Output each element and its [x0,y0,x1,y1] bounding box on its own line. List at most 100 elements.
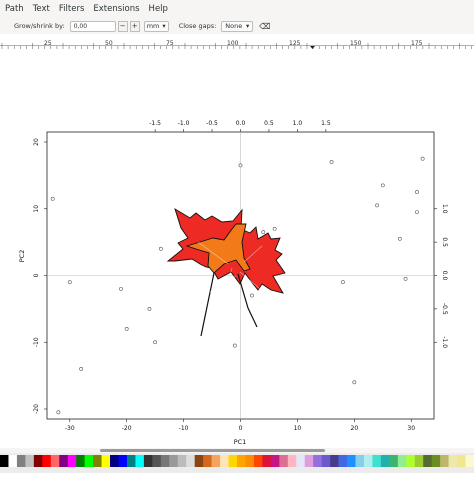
palette-swatch[interactable] [59,455,69,467]
data-point [153,340,158,345]
palette-swatch[interactable] [347,455,356,467]
decrement-button[interactable]: − [117,20,128,32]
palette-swatch[interactable] [110,455,119,467]
palette-swatch[interactable] [423,455,432,467]
palette-swatch[interactable] [25,455,35,467]
palette-swatch[interactable] [262,455,272,467]
palette-swatch[interactable] [245,455,255,467]
palette-swatch[interactable] [237,455,246,467]
palette-swatch[interactable] [406,455,416,467]
palette-swatch[interactable] [313,455,322,467]
palette-swatch[interactable] [33,455,43,467]
clear-icon[interactable]: ⌫ [259,22,270,31]
menu-path[interactable]: Path [5,4,24,14]
palette-swatch[interactable] [220,455,229,467]
leaf-shape[interactable] [166,208,286,337]
palette-swatch[interactable] [135,455,145,467]
right-tick-label: -1.0 [441,336,448,348]
palette-swatch[interactable] [304,455,314,467]
menu-bar: Path Text Filters Extensions Help [0,0,474,18]
palette-swatch[interactable] [253,455,263,467]
y-tick-label: -20 [33,404,40,414]
palette-swatch[interactable] [0,455,9,467]
y-tick-label: 0 [33,273,40,277]
scrollbar-thumb[interactable] [100,449,325,452]
palette-swatch[interactable] [118,455,128,467]
chevron-down-icon: ▾ [246,22,250,30]
right-tick-label: 1.0 [441,204,448,214]
palette-swatch[interactable] [211,455,221,467]
data-point [56,410,61,415]
top-tick-label: -1.0 [178,120,190,127]
top-tick-label: -1.5 [149,120,161,127]
grow-shrink-input[interactable]: 0,00 [69,20,116,32]
palette-swatch[interactable] [194,455,204,467]
data-point [67,280,72,285]
palette-swatch[interactable] [440,455,449,467]
palette-swatch[interactable] [101,455,111,467]
palette-swatch[interactable] [42,455,52,467]
menu-help[interactable]: Help [149,4,168,14]
x-tick-label: -10 [179,425,189,432]
palette-swatch[interactable] [279,455,289,467]
palette-swatch[interactable] [414,455,424,467]
palette-swatch[interactable] [177,455,187,467]
top-tick-label: -0.5 [206,120,218,127]
palette-swatch[interactable] [448,455,458,467]
x-axis-label: PC1 [234,438,247,446]
palette-swatch[interactable] [143,455,153,467]
palette-swatch[interactable] [169,455,179,467]
palette-swatch[interactable] [355,455,365,467]
leaf-stem [200,272,215,337]
menu-filters[interactable]: Filters [59,4,84,14]
color-palette[interactable] [0,453,474,473]
unit-select[interactable]: mm ▾ [143,20,169,32]
data-point [261,230,266,235]
data-point [232,343,237,348]
palette-swatch[interactable] [16,455,26,467]
data-point [50,196,55,201]
data-point [415,210,419,214]
menu-text[interactable]: Text [33,4,50,14]
palette-swatch[interactable] [397,455,407,467]
tool-controls-bar: Grow/shrink by: 0,00 − + mm ▾ Close gaps:… [0,18,474,34]
data-point [375,203,379,208]
palette-swatch[interactable] [389,455,399,467]
palette-swatch[interactable] [287,455,297,467]
right-tick-label: 0.5 [441,237,448,247]
right-tick-label: 0.0 [441,271,448,281]
y-tick-label: 10 [33,205,40,213]
palette-swatch[interactable] [67,455,77,467]
data-point [238,163,243,168]
drawing-canvas[interactable]: -30 -20 -10 0 10 20 30 -20 -10 0 10 20 -1.5 -1.0 -0.5 0… [0,46,474,448]
palette-swatch[interactable] [93,455,102,467]
palette-swatch[interactable] [76,455,85,467]
chevron-down-icon: ▾ [162,22,166,30]
palette-swatch[interactable] [152,455,162,467]
palette-swatch[interactable] [270,455,280,467]
palette-swatch[interactable] [203,455,212,467]
palette-swatch[interactable] [372,455,382,467]
palette-swatch[interactable] [50,455,60,467]
palette-swatch[interactable] [296,455,306,467]
palette-swatch[interactable] [363,455,373,467]
palette-swatch[interactable] [126,455,136,467]
palette-swatch[interactable] [84,455,94,467]
x-tick-label: -20 [122,425,132,432]
palette-swatch[interactable] [186,455,195,467]
palette-swatch[interactable] [321,455,331,467]
palette-swatch[interactable] [431,455,441,467]
palette-swatch[interactable] [8,455,18,467]
increment-button[interactable]: + [129,20,140,32]
palette-swatch[interactable] [380,455,390,467]
close-gaps-select[interactable]: None ▾ [221,20,254,32]
menu-extensions[interactable]: Extensions [93,4,139,14]
palette-swatch[interactable] [457,455,466,467]
horizontal-ruler[interactable]: 25 50 75 100 125 150 175 [0,34,474,49]
palette-swatch[interactable] [465,455,474,467]
palette-swatch[interactable] [330,455,339,467]
palette-swatch[interactable] [160,455,170,467]
data-point [249,293,254,298]
palette-swatch[interactable] [338,455,348,467]
palette-swatch[interactable] [228,455,238,467]
